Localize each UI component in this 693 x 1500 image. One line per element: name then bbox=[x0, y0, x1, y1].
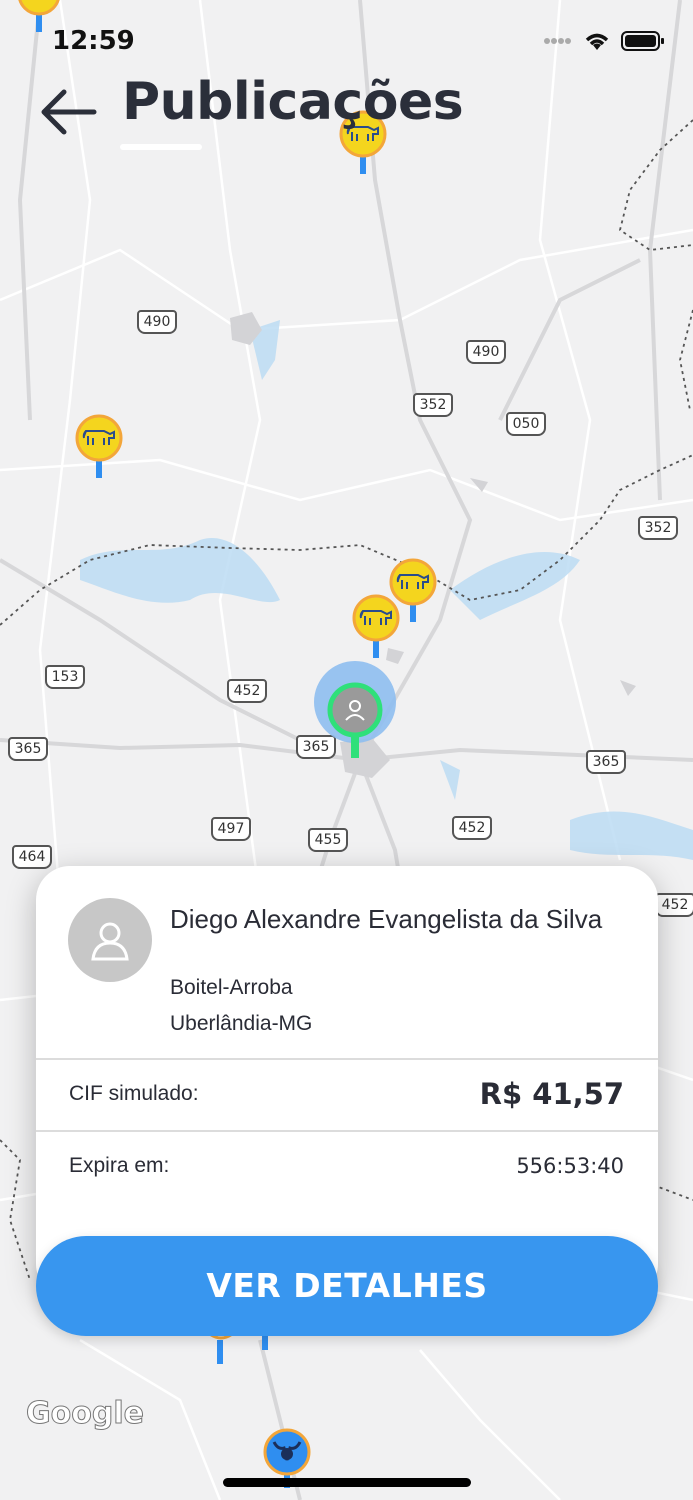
seller-category: Boitel-Arroba bbox=[170, 976, 293, 999]
cif-label: CIF simulado: bbox=[69, 1082, 199, 1105]
back-arrow-icon[interactable] bbox=[36, 84, 100, 140]
road-shield: 490 bbox=[466, 340, 506, 364]
road-shield: 452 bbox=[227, 679, 267, 703]
battery-icon bbox=[621, 31, 664, 51]
road-shield: 352 bbox=[413, 393, 453, 417]
google-logo: Google bbox=[26, 1396, 145, 1432]
road-shield: 497 bbox=[211, 817, 251, 841]
cif-value: R$ 41,57 bbox=[479, 1077, 624, 1111]
road-shield: 365 bbox=[8, 737, 48, 761]
user-icon bbox=[91, 922, 129, 961]
status-icons bbox=[543, 30, 665, 52]
selected-user-pin[interactable] bbox=[312, 660, 400, 760]
expires-label: Expira em: bbox=[69, 1154, 170, 1177]
publication-card[interactable]: Diego Alexandre Evangelista da Silva Boi… bbox=[36, 866, 658, 1298]
road-shield: 153 bbox=[45, 665, 85, 689]
road-shield: 050 bbox=[506, 412, 546, 436]
road-shield: 464 bbox=[12, 845, 52, 869]
view-details-button[interactable]: VER DETALHES bbox=[36, 1236, 658, 1336]
expires-value: 556:53:40 bbox=[516, 1154, 624, 1178]
cattle-pin-marker[interactable] bbox=[74, 414, 124, 480]
road-shield: 490 bbox=[137, 310, 177, 334]
status-time: 12:59 bbox=[52, 26, 135, 56]
home-indicator[interactable] bbox=[223, 1478, 471, 1487]
header: Publicações bbox=[0, 70, 693, 160]
seller-name: Diego Alexandre Evangelista da Silva bbox=[170, 904, 603, 934]
status-bar: 12:59 bbox=[0, 0, 693, 80]
road-shield: 452 bbox=[655, 893, 693, 917]
title-underline bbox=[120, 144, 202, 150]
road-shield: 452 bbox=[452, 816, 492, 840]
road-shield: 352 bbox=[638, 516, 678, 540]
avatar bbox=[68, 898, 152, 982]
divider bbox=[36, 1130, 658, 1132]
cattle-pin-marker[interactable] bbox=[351, 594, 401, 660]
road-shield: 365 bbox=[586, 750, 626, 774]
seller-location: Uberlândia-MG bbox=[170, 1012, 313, 1035]
signal-icon bbox=[544, 38, 571, 44]
page-title: Publicações bbox=[122, 72, 464, 132]
divider bbox=[36, 1058, 658, 1060]
road-shield: 455 bbox=[308, 828, 348, 852]
wifi-icon bbox=[585, 33, 609, 50]
